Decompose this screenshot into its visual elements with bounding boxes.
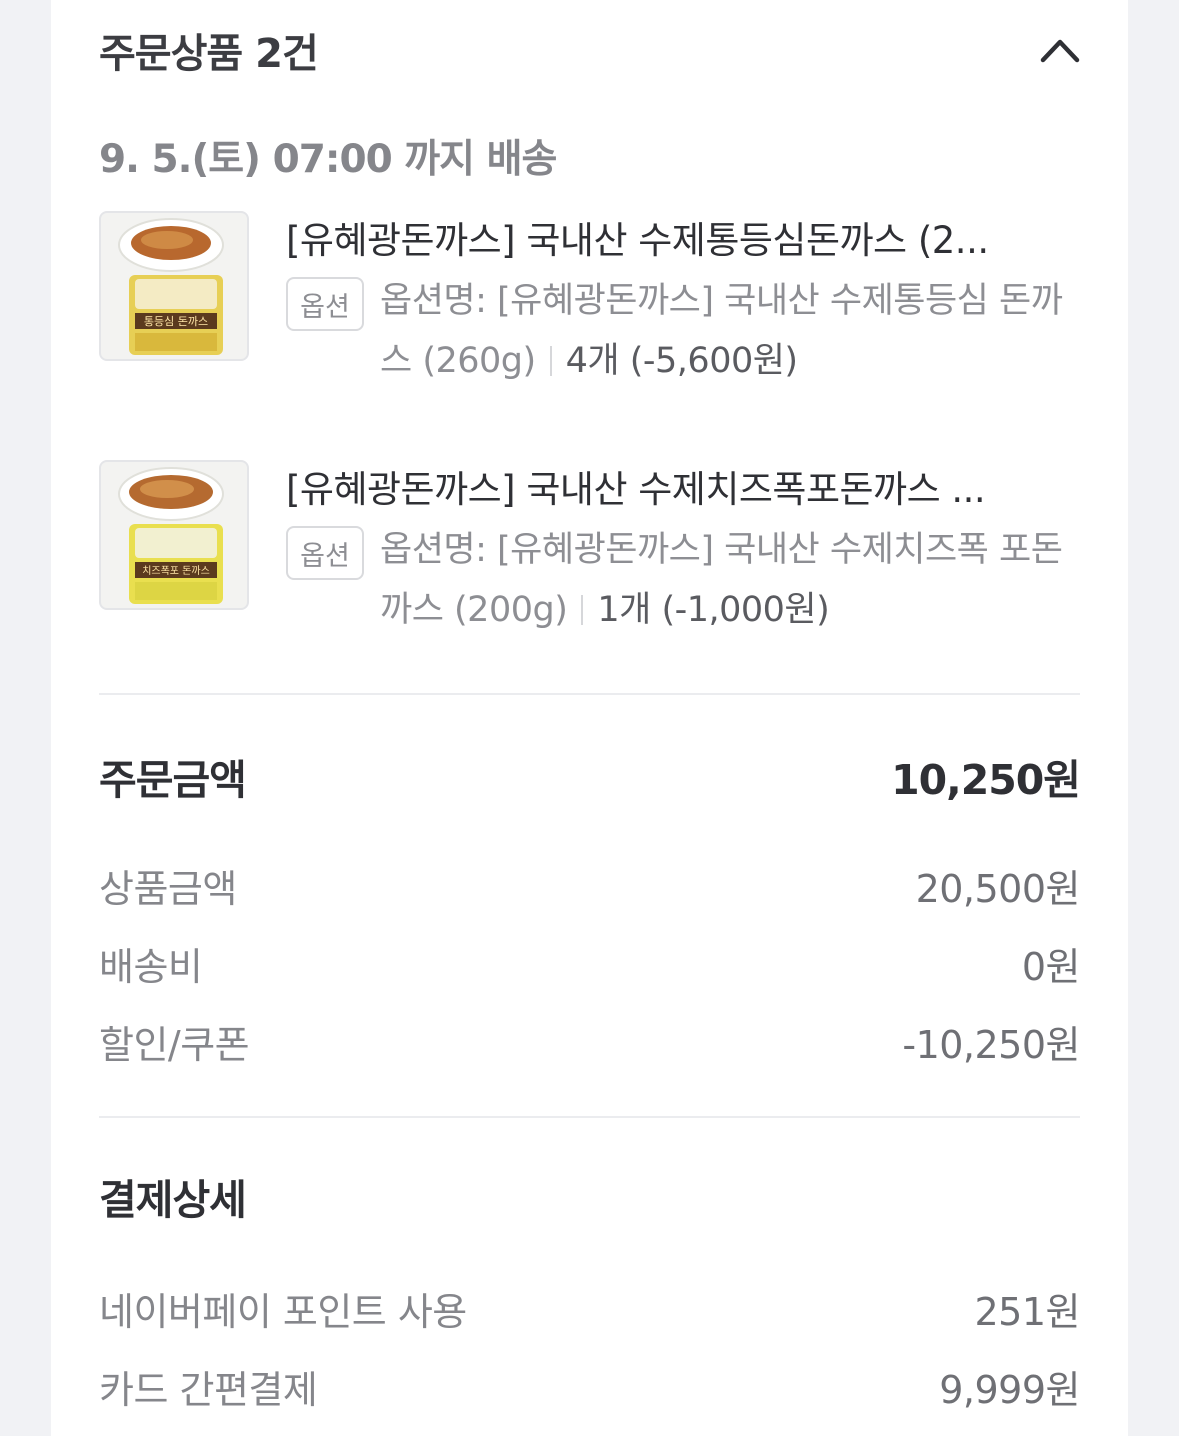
amount-label: 배송비 <box>99 944 203 989</box>
option-text: 옵션명: [유혜광돈까스] 국내산 수제치즈폭 포돈까스 (200g) 1개 (-… <box>380 520 1080 640</box>
order-item[interactable]: 통등심 돈까스 [유혜광돈까스] 국내산 수제통등심돈까스 (2... 옵션 옵… <box>99 211 1080 411</box>
order-amount-total-row: 주문금액 10,250원 <box>99 746 1081 806</box>
option-badge: 옵션 <box>286 526 364 580</box>
amount-value: 20,500원 <box>915 866 1081 911</box>
product-thumbnail[interactable]: 치즈폭포 돈까스 <box>99 460 249 610</box>
separator <box>549 346 552 376</box>
order-products-title: 주문상품 2건 <box>99 31 319 77</box>
payment-label: 카드 간편결제 <box>99 1367 318 1412</box>
payment-label: 네이버페이 포인트 사용 <box>99 1289 467 1334</box>
order-products-header[interactable]: 주문상품 2건 <box>99 20 1080 80</box>
amount-label: 할인/쿠폰 <box>99 1022 250 1067</box>
product-name[interactable]: [유혜광돈까스] 국내산 수제통등심돈까스 (2... <box>286 211 1080 271</box>
option-quantity: 4개 (-5,600원) <box>565 341 798 381</box>
amount-row: 배송비 0원 <box>99 933 1081 993</box>
payment-value: 251원 <box>974 1289 1081 1334</box>
product-name[interactable]: [유혜광돈까스] 국내산 수제치즈폭포돈까스 ... <box>286 460 1080 520</box>
amount-value: -10,250원 <box>902 1022 1080 1067</box>
payment-row: 카드 간편결제 9,999원 <box>99 1356 1080 1416</box>
divider <box>99 693 1080 695</box>
order-amount-title: 주문금액 <box>99 756 247 804</box>
amount-label: 상품금액 <box>99 866 237 911</box>
order-amount-total: 10,250원 <box>891 756 1081 804</box>
delivery-date: 9. 5.(토) 07:00 까지 배송 <box>99 137 557 182</box>
order-item[interactable]: 치즈폭포 돈까스 [유혜광돈까스] 국내산 수제치즈폭포돈까스 ... 옵션 옵… <box>99 460 1080 660</box>
option-text: 옵션명: [유혜광돈까스] 국내산 수제통등심 돈까스 (260g) 4개 (-5… <box>380 271 1080 391</box>
chevron-up-icon[interactable] <box>1040 30 1080 70</box>
order-detail-card: 주문상품 2건 9. 5.(토) 07:00 까지 배송 통등심 돈까스 [유혜… <box>51 0 1128 1436</box>
divider <box>99 1116 1080 1118</box>
amount-value: 0원 <box>1021 944 1081 989</box>
package-label: 통등심 돈까스 <box>144 315 208 328</box>
option-badge: 옵션 <box>286 277 364 331</box>
product-thumbnail[interactable]: 통등심 돈까스 <box>99 211 249 361</box>
separator <box>581 595 584 625</box>
package-label: 치즈폭포 돈까스 <box>142 565 210 577</box>
option-quantity: 1개 (-1,000원) <box>597 590 830 630</box>
payment-value: 9,999원 <box>939 1367 1080 1412</box>
payment-detail-title: 결제상세 <box>99 1176 247 1224</box>
payment-row: 네이버페이 포인트 사용 251원 <box>99 1278 1080 1338</box>
amount-row: 할인/쿠폰 -10,250원 <box>99 1011 1080 1071</box>
amount-row: 상품금액 20,500원 <box>99 855 1081 915</box>
